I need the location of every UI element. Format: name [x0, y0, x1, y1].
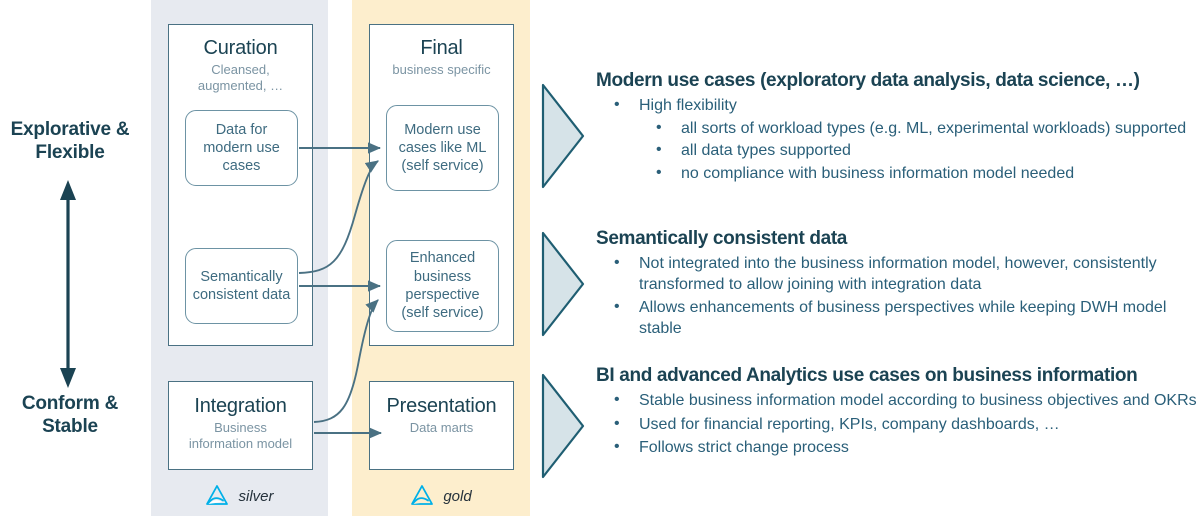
axis-bottom-label-line2: Stable	[42, 416, 98, 438]
stage-curation-subtitle-line1: Cleansed,	[211, 62, 270, 78]
stage-integration-title: Integration	[194, 395, 287, 417]
chevron-right-icon	[541, 373, 585, 479]
stage-integration-subtitle-line2: information model	[188, 435, 293, 451]
sub-box-data-for-modern-use-cases: Data for modern use cases	[185, 110, 298, 186]
zone-gold-footer: gold	[352, 484, 530, 508]
stage-final-subtitle: business specific	[370, 62, 513, 78]
list-item: all sorts of workload types (e.g. ML, ex…	[639, 118, 1200, 140]
sub-box-enhanced-business-perspective: Enhanced business perspective (self serv…	[386, 240, 499, 332]
list-item: High flexibility all sorts of workload t…	[596, 95, 1200, 185]
double-headed-arrow-icon	[60, 180, 76, 388]
axis-top-label: Explorative & Flexible	[0, 118, 140, 164]
zone-silver-footer: silver	[151, 484, 328, 508]
stage-presentation-title: Presentation	[386, 395, 497, 417]
stage-box-presentation: Presentation Data marts	[369, 381, 514, 470]
section-heading: Modern use cases (exploratory data analy…	[596, 70, 1140, 91]
axis-top-label-line1: Explorative &	[10, 119, 130, 140]
list-item: Stable business information model accord…	[596, 390, 1200, 412]
sub-box-semantically-consistent-data: Semantically consistent data	[185, 248, 298, 324]
zone-silver-label: silver	[238, 487, 274, 505]
list-item: Allows enhancements of business perspect…	[596, 297, 1200, 340]
list-item: Used for financial reporting, KPIs, comp…	[596, 414, 1200, 436]
stage-presentation-subtitle-line1: Data marts	[409, 420, 474, 436]
description-section-bi-advanced-analytics: BI and advanced Analytics use cases on b…	[596, 365, 1200, 459]
delta-lake-logo-icon	[411, 485, 434, 505]
stage-integration-subtitle: Business information model	[169, 420, 312, 451]
maturity-axis-panel: Explorative & Flexible Conform & Stable	[0, 0, 150, 516]
stage-box-integration: Integration Business information model	[168, 381, 313, 470]
axis-bottom-label: Conform & Stable	[0, 392, 140, 438]
description-section-semantically-consistent-data: Semantically consistent data Not integra…	[596, 228, 1200, 340]
bullet-sublist: all sorts of workload types (e.g. ML, ex…	[639, 118, 1200, 185]
bullet-list: Not integrated into the business informa…	[596, 253, 1200, 340]
list-item: all data types supported	[639, 140, 1200, 162]
stage-curation-subtitle-line2: augmented, …	[197, 77, 284, 93]
stage-curation-title: Curation	[203, 37, 278, 59]
stage-integration-subtitle-line1: Business	[214, 420, 267, 436]
stage-presentation-subtitle: Data marts	[370, 420, 513, 436]
chevron-right-icon	[541, 231, 585, 337]
axis-top-label-line2: Flexible	[35, 142, 105, 164]
stage-final-title: Final	[420, 37, 463, 59]
list-item: Not integrated into the business informa…	[596, 253, 1200, 296]
section-heading: BI and advanced Analytics use cases on b…	[596, 365, 1138, 386]
bullet-text: High flexibility	[639, 96, 737, 114]
stage-final-subtitle-line1: business specific	[392, 62, 491, 78]
stage-curation-subtitle: Cleansed, augmented, …	[169, 62, 312, 93]
axis-bottom-label-line1: Conform &	[21, 393, 119, 414]
bullet-list: Stable business information model accord…	[596, 390, 1200, 459]
bullet-list: High flexibility all sorts of workload t…	[596, 95, 1200, 185]
list-item: no compliance with business information …	[639, 163, 1200, 185]
sub-box-modern-use-cases-like-ml: Modern use cases like ML (self service)	[386, 105, 499, 191]
delta-lake-logo-icon	[206, 485, 229, 505]
description-section-modern-use-cases: Modern use cases (exploratory data analy…	[596, 70, 1200, 185]
zone-gold-label: gold	[443, 487, 472, 505]
chevron-right-icon	[541, 83, 585, 189]
list-item: Follows strict change process	[596, 437, 1200, 459]
section-heading: Semantically consistent data	[596, 228, 848, 249]
descriptions-panel: Modern use cases (exploratory data analy…	[540, 0, 1200, 516]
